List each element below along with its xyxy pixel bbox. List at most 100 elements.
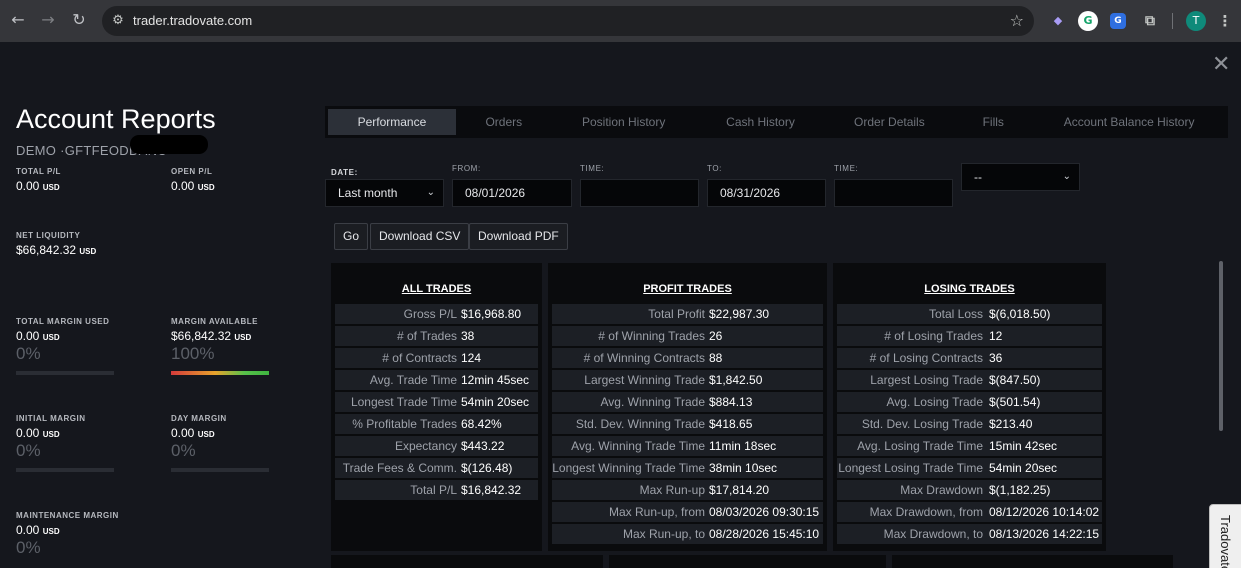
report-row-label: Max Run-up, from bbox=[608, 505, 705, 519]
report-row-label: Total Loss bbox=[928, 307, 983, 321]
report-row: Largest Winning Trade $1,842.50 bbox=[552, 370, 823, 390]
lower-panel bbox=[331, 555, 603, 568]
report-row-value: 38 bbox=[461, 329, 475, 343]
tab-position-history[interactable]: Position History bbox=[552, 109, 696, 135]
profile-avatar[interactable]: T bbox=[1186, 11, 1206, 31]
browser-menu-icon[interactable]: ⋮ bbox=[1215, 11, 1235, 31]
all-trades-panel: ALL TRADES Gross P/L $16,968.80 # of Trade… bbox=[331, 263, 542, 551]
report-row: # of Winning Contracts 88 bbox=[552, 348, 823, 368]
report-row-value: 12min 45sec bbox=[461, 373, 530, 387]
extension-icon[interactable]: ◆ bbox=[1048, 11, 1068, 31]
losing-trades-heading: LOSING TRADES bbox=[924, 283, 1015, 295]
report-row: Longest Losing Trade Time 54min 20sec bbox=[837, 458, 1102, 478]
report-row-value: $1,842.50 bbox=[709, 373, 763, 387]
report-row-value: 08/12/2026 10:14:02 bbox=[989, 505, 1100, 519]
stat-value: 0.00 USD bbox=[16, 426, 60, 440]
report-row: Avg. Losing Trade Time 15min 42sec bbox=[837, 436, 1102, 456]
side-tab-label: Tradovate bbox=[1218, 515, 1233, 568]
chevron-down-icon: ⌄ bbox=[1062, 171, 1071, 182]
date-label: DATE: bbox=[331, 168, 358, 177]
profit-trades-heading: PROFIT TRADES bbox=[643, 283, 732, 295]
report-row-label: # of Winning Trades bbox=[598, 329, 705, 343]
grammarly-icon[interactable]: G bbox=[1078, 11, 1098, 31]
report-row-value: $418.65 bbox=[709, 417, 753, 431]
stat-label: MAINTENANCE MARGIN bbox=[16, 511, 119, 520]
net-liquidity-stat: NET LIQUIDITY $66,842.32 USD bbox=[16, 231, 156, 257]
losing-trades-panel: LOSING TRADES Total Loss $(6,018.50) # of … bbox=[833, 263, 1106, 551]
bookmark-star-icon[interactable]: ☆ bbox=[1010, 11, 1024, 30]
report-row-value: $(6,018.50) bbox=[989, 307, 1051, 321]
report-row-label: Avg. Losing Trade bbox=[886, 395, 983, 409]
extension-blue-icon[interactable]: G bbox=[1110, 13, 1126, 29]
stat-value: 0.00 USD bbox=[16, 179, 60, 193]
report-row: Max Drawdown, from 08/12/2026 10:14:02 bbox=[837, 502, 1102, 522]
scrollbar-thumb[interactable] bbox=[1219, 261, 1223, 431]
stat-label: OPEN P/L bbox=[171, 167, 213, 176]
date-select-value: Last month bbox=[338, 186, 398, 200]
url-text[interactable]: trader.tradovate.com bbox=[133, 13, 252, 28]
report-row: Max Run-up $17,814.20 bbox=[552, 480, 823, 500]
tab-fills[interactable]: Fills bbox=[953, 109, 1033, 135]
forward-icon[interactable]: → bbox=[37, 9, 59, 31]
stat-label: TOTAL P/L bbox=[16, 167, 61, 176]
tab-cash-history[interactable]: Cash History bbox=[696, 109, 826, 135]
stat-value: 0.00 USD bbox=[171, 426, 215, 440]
report-row-label: # of Losing Contracts bbox=[869, 351, 983, 365]
margin-bar bbox=[171, 468, 269, 472]
toolbar-divider bbox=[1172, 13, 1173, 29]
stat-label: NET LIQUIDITY bbox=[16, 231, 81, 240]
report-row-label: Gross P/L bbox=[403, 307, 457, 321]
extra-select[interactable]: -- ⌄ bbox=[961, 163, 1080, 191]
reload-icon[interactable]: ↻ bbox=[68, 9, 90, 31]
to-date-input[interactable]: 08/31/2026 bbox=[707, 179, 826, 207]
report-row-label: Std. Dev. Losing Trade bbox=[861, 417, 983, 431]
download-csv-button[interactable]: Download CSV bbox=[370, 223, 470, 250]
stat-percent: 0% bbox=[16, 538, 41, 557]
from-date-input[interactable]: 08/01/2026 bbox=[452, 179, 572, 207]
report-row: # of Losing Trades 12 bbox=[837, 326, 1102, 346]
stat-label: MARGIN AVAILABLE bbox=[171, 317, 258, 326]
report-row-value: 08/03/2026 09:30:15 bbox=[709, 505, 820, 519]
report-row: % Profitable Trades 68.42% bbox=[335, 414, 538, 434]
report-row-value: 68.42% bbox=[461, 417, 502, 431]
report-tabs: Performance Orders Position History Cash… bbox=[325, 106, 1228, 138]
losing-trades-rows: Total Loss $(6,018.50) # of Losing Trades 1… bbox=[837, 304, 1102, 546]
margin-bar bbox=[16, 468, 114, 472]
report-row: Max Drawdown, to 08/13/2026 14:22:15 bbox=[837, 524, 1102, 544]
back-icon[interactable]: ← bbox=[7, 9, 29, 31]
report-row-label: Max Run-up, to bbox=[622, 527, 705, 541]
tab-orders[interactable]: Orders bbox=[456, 109, 552, 135]
to-time-input[interactable] bbox=[834, 179, 953, 207]
report-row: # of Winning Trades 26 bbox=[552, 326, 823, 346]
close-icon[interactable]: ✕ bbox=[1212, 52, 1230, 77]
tab-performance[interactable]: Performance bbox=[328, 109, 456, 135]
total-margin-used-stat: TOTAL MARGIN USED 0.00 USD 0% bbox=[16, 317, 156, 375]
stat-value: $66,842.32 USD bbox=[16, 243, 97, 257]
report-row-value: $213.40 bbox=[989, 417, 1033, 431]
stat-percent: 100% bbox=[171, 344, 215, 363]
time-label: TIME: bbox=[580, 164, 605, 173]
site-info-icon[interactable]: ⚙ bbox=[110, 13, 126, 29]
tab-account-balance-history[interactable]: Account Balance History bbox=[1033, 109, 1225, 135]
initial-margin-stat: INITIAL MARGIN 0.00 USD 0% bbox=[16, 414, 156, 472]
download-pdf-button[interactable]: Download PDF bbox=[469, 223, 568, 250]
report-row: # of Contracts 124 bbox=[335, 348, 538, 368]
report-row-value: $(501.54) bbox=[989, 395, 1041, 409]
maintenance-margin-stat: MAINTENANCE MARGIN 0.00 USD 0% bbox=[16, 511, 156, 558]
go-button[interactable]: Go bbox=[334, 223, 369, 250]
report-row: Gross P/L $16,968.80 bbox=[335, 304, 538, 324]
report-row-value: 11min 18sec bbox=[709, 439, 777, 453]
tab-order-details[interactable]: Order Details bbox=[825, 109, 953, 135]
time-label-2: TIME: bbox=[834, 164, 859, 173]
from-time-input[interactable] bbox=[580, 179, 699, 207]
tradovate-side-tab[interactable]: Tradovate bbox=[1209, 504, 1241, 568]
report-row-label: Largest Losing Trade bbox=[870, 373, 983, 387]
address-bar[interactable]: ⚙ trader.tradovate.com ☆ bbox=[102, 6, 1034, 36]
open-pl-stat: OPEN P/L 0.00 USD bbox=[171, 167, 311, 193]
report-row-label: Max Drawdown, from bbox=[869, 505, 983, 519]
account-reports-page: ✕ Account Reports DEMO ·GFTFEODDANC TOTA… bbox=[0, 42, 1241, 568]
report-row-label: Expectancy bbox=[394, 439, 457, 453]
date-select[interactable]: Last month ⌄ bbox=[325, 179, 444, 207]
extensions-puzzle-icon[interactable]: ⧉ bbox=[1140, 11, 1160, 31]
report-row-value: 88 bbox=[709, 351, 723, 365]
